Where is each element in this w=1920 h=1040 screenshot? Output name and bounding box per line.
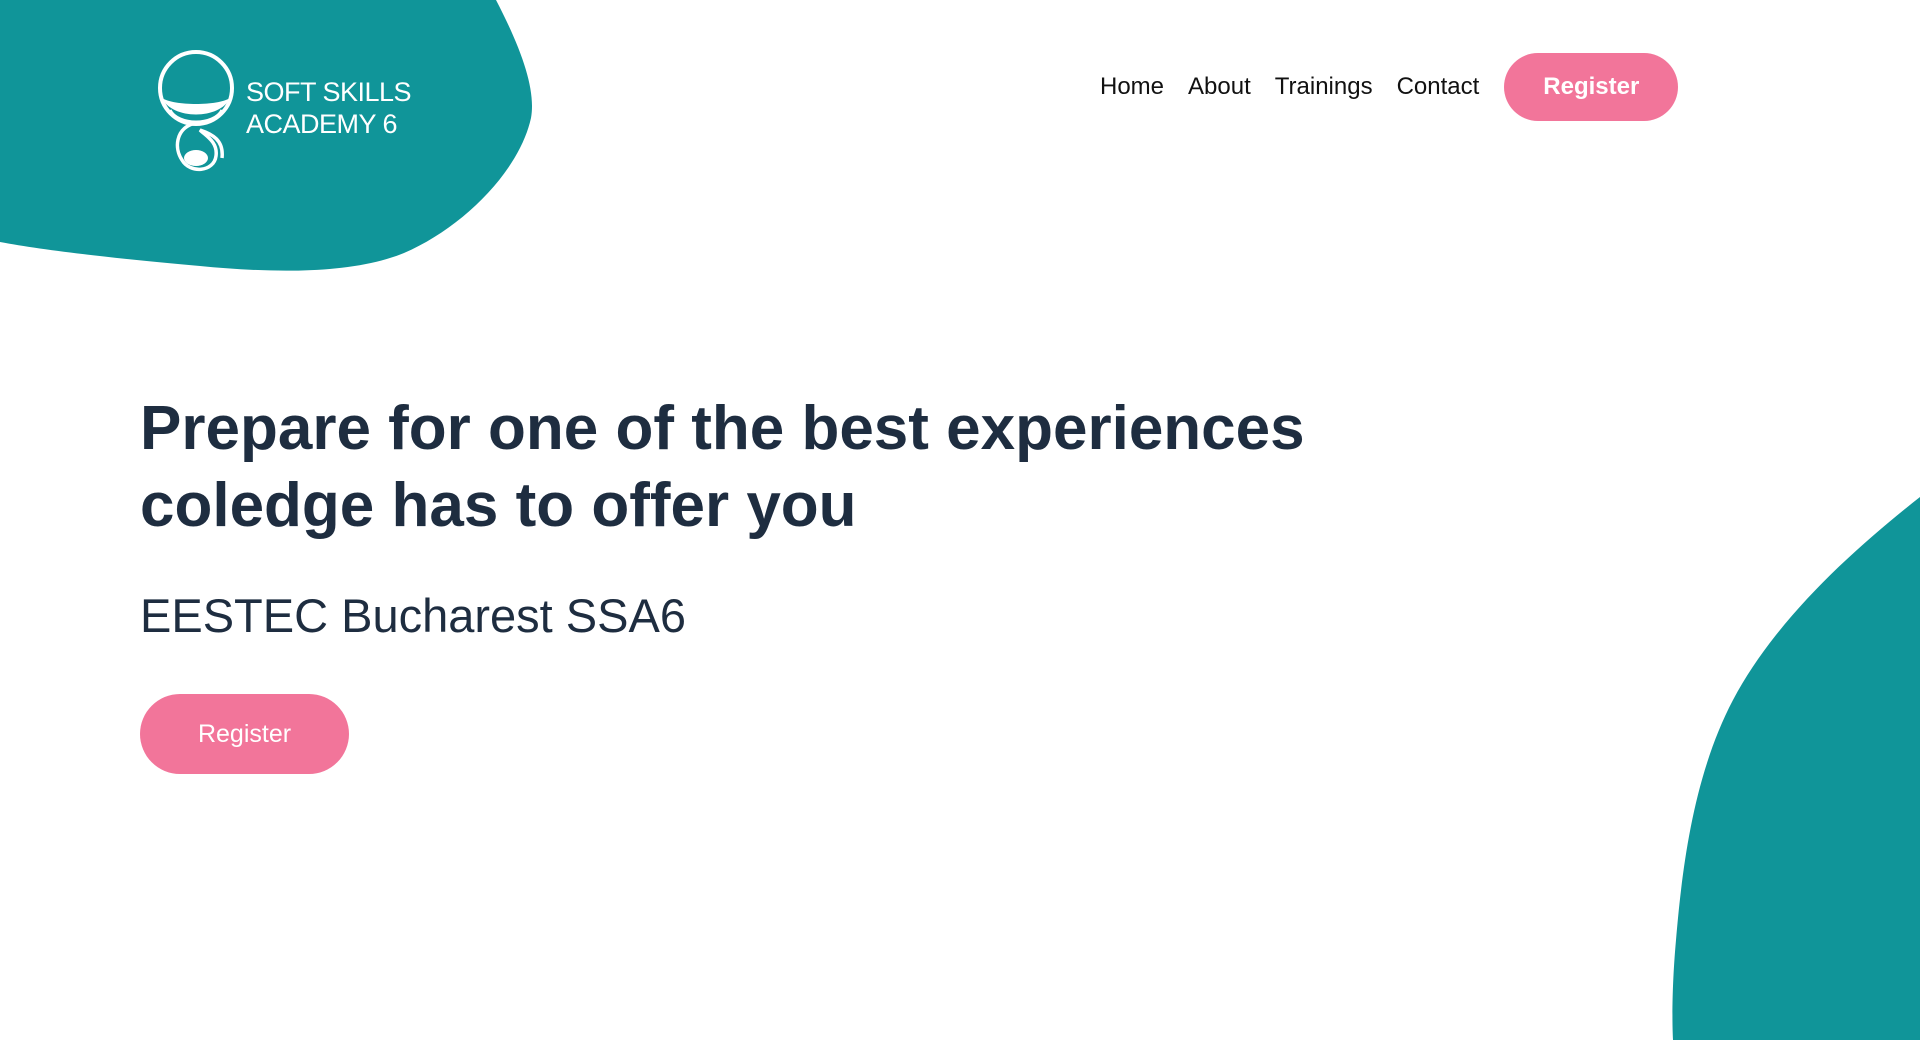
nav-link-contact[interactable]: Contact <box>1397 73 1480 101</box>
brand-logo[interactable]: SOFT SKILLS ACADEMY 6 <box>154 50 412 176</box>
page: SOFT SKILLS ACADEMY 6 Home About Trainin… <box>0 0 1920 1040</box>
hero-title-line1: Prepare for one of the best experiences <box>140 394 1305 463</box>
brand-name: SOFT SKILLS ACADEMY 6 <box>246 76 412 140</box>
brand-name-line2: ACADEMY 6 <box>246 109 398 139</box>
hero-register-button[interactable]: Register <box>140 694 349 774</box>
nav-link-home[interactable]: Home <box>1100 73 1164 101</box>
nav-register-button[interactable]: Register <box>1504 53 1679 121</box>
main-nav: Home About Trainings Contact Register <box>1100 53 1679 121</box>
nav-link-trainings[interactable]: Trainings <box>1275 73 1373 101</box>
nav-link-about[interactable]: About <box>1188 73 1251 101</box>
brand-name-line1: SOFT SKILLS <box>246 77 412 107</box>
hero-title-line2: coledge has to offer you <box>140 471 857 540</box>
bottom-right-teal-blob <box>1672 497 1920 1040</box>
hero-subtitle: EESTEC Bucharest SSA6 <box>140 589 686 642</box>
academy-logo-icon <box>158 50 234 171</box>
hero-title: Prepare for one of the best experiences … <box>140 390 1340 544</box>
